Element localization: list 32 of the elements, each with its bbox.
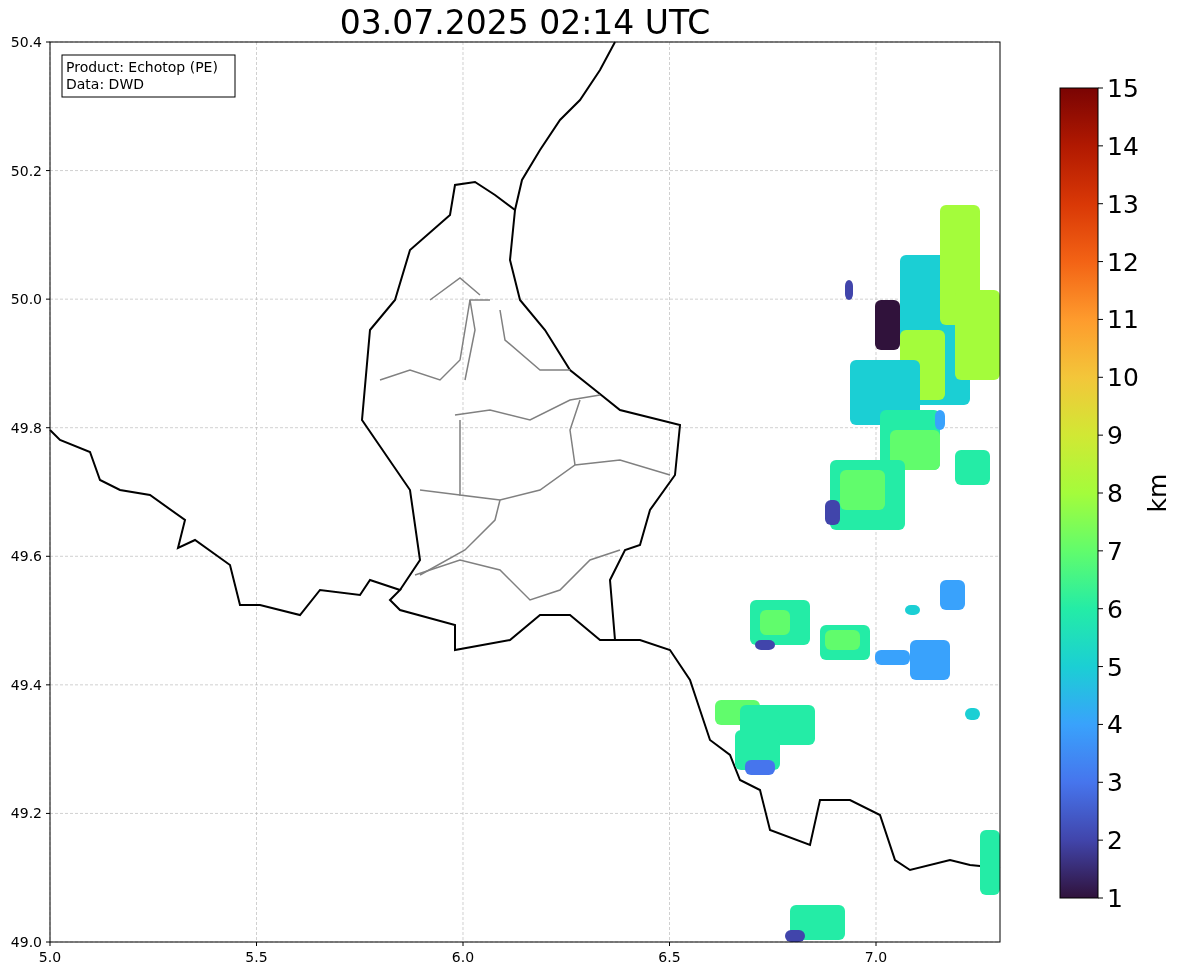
x-tick-label: 5.5 (245, 949, 268, 965)
info-text: Data: DWD (66, 76, 144, 92)
y-tick-label: 49.8 (10, 419, 42, 436)
y-tick-label: 49.2 (10, 805, 42, 822)
x-tick-label: 6.5 (658, 949, 681, 965)
x-tick-label: 7.0 (864, 949, 888, 965)
colorbar-tick-label: 15 (1107, 74, 1139, 103)
colorbar-tick-label: 12 (1107, 247, 1139, 277)
y-tick-label: 49.6 (10, 548, 42, 565)
chart-title: 03.07.2025 02:14 UTC (339, 3, 711, 42)
y-tick-label: 50.4 (10, 34, 42, 50)
colorbar-label: km (1143, 473, 1172, 513)
x-tick-label: 5.0 (38, 949, 62, 965)
colorbar-tick-label: 9 (1107, 421, 1123, 451)
colorbar-tick-label: 5 (1107, 652, 1123, 682)
colorbar-tick-label: 11 (1107, 305, 1139, 335)
y-tick-label: 50.0 (10, 291, 42, 308)
colorbar-tick-label: 1 (1107, 884, 1123, 913)
colorbar-tick-label: 13 (1107, 189, 1139, 219)
colorbar-tick-label: 3 (1107, 768, 1123, 798)
x-tick-label: 6.0 (451, 949, 475, 965)
colorbar-tick-label: 7 (1107, 536, 1123, 566)
colorbar-tick-label: 10 (1107, 363, 1139, 393)
colorbar-tick-label: 8 (1107, 479, 1123, 508)
info-text: Product: Echotop (PE) (66, 59, 218, 75)
y-tick-label: 49.4 (10, 676, 42, 693)
y-tick-label: 50.2 (10, 162, 42, 179)
colorbar-tick-label: 2 (1107, 826, 1123, 856)
colorbar-tick-label: 14 (1107, 131, 1139, 161)
colorbar-tick-label: 6 (1107, 594, 1123, 624)
colorbar-tick-label: 4 (1107, 710, 1123, 740)
y-tick-label: 49.0 (10, 934, 42, 950)
